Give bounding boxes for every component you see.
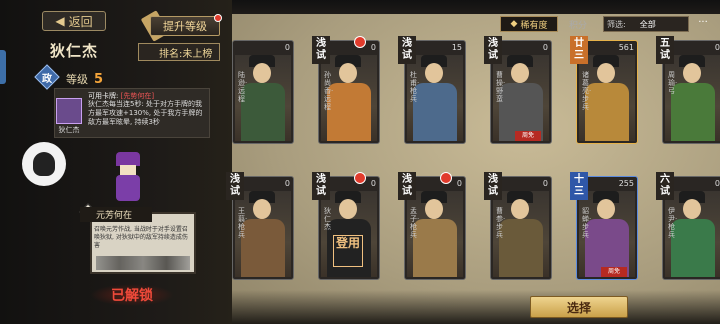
side-accent (0, 50, 6, 84)
card-grid-area (232, 0, 720, 324)
skill-desc: 召唤元芳作战, 当战时于对手设置召唤狄狱, 对狄狱中的敌军持续造成伤害 (94, 226, 188, 249)
alert-badge (440, 172, 452, 184)
card-cost: 0 (456, 179, 462, 188)
select-button[interactable]: 选择 (530, 296, 628, 318)
card-cost: 561 (618, 43, 634, 52)
card-desc: 狄仁杰每当连5秒: 处于对方手牌的我方最军攻速+130%, 处于我方手牌的敌方最… (88, 100, 203, 126)
hero-name: 狄仁杰 (50, 42, 99, 60)
card-figure-head (511, 63, 529, 83)
card-figure-head (253, 63, 271, 83)
card-rank-tag: 廿三 (570, 36, 588, 64)
card-rank-tag: 浅试 (226, 172, 244, 200)
penguin-icon (33, 152, 55, 176)
card-cost: 0 (542, 43, 548, 52)
card-label: 诸葛亮·步兵 (582, 71, 592, 111)
tab-rarity[interactable]: ◆ 稀有度 (500, 16, 558, 32)
card-cost: 0 (284, 179, 290, 188)
card-cost: 255 (618, 179, 634, 188)
alert-badge (354, 172, 366, 184)
card-figure-head (425, 199, 443, 219)
back-arrow-icon: ◀ (55, 14, 65, 28)
skill-title: 元芳何在 (80, 207, 152, 222)
rank-label: 排名:未上榜 (138, 43, 220, 61)
card-cost: 0 (714, 43, 720, 52)
card-label: 伊尹·枪兵 (668, 207, 678, 239)
upgrade-button[interactable]: 提升等级 (150, 16, 220, 36)
card-rank-tag: 浅试 (398, 36, 416, 64)
card-label: 陆逊·远程 (238, 71, 248, 103)
card-cost: 0 (542, 179, 548, 188)
card-label: 周瑜·弓 (668, 71, 678, 95)
card-figure-head (597, 199, 615, 219)
card-thumb[interactable] (56, 98, 82, 124)
card-figure-head (597, 63, 615, 83)
filter-dropdown[interactable]: 筛选: 全部 (603, 16, 689, 32)
tab-points[interactable]: 积分 (558, 16, 598, 32)
free-week-tag: 周免 (601, 267, 627, 277)
card-rank-tag: 五试 (656, 36, 674, 64)
level-display: 等级 5 (66, 72, 104, 87)
more-button[interactable]: ··· (691, 16, 715, 32)
card-cost: 15 (451, 43, 462, 52)
card-label: 曹参·步兵 (496, 207, 506, 239)
card-figure-head (425, 63, 443, 83)
hero-card[interactable]: 0 陆逊·远程 (232, 40, 294, 144)
card-figure-head (339, 199, 357, 219)
card-label: 王翦·枪兵 (238, 207, 248, 239)
bottom-fade (232, 290, 720, 324)
card-figure-head (339, 63, 357, 83)
card-rank-tag: 浅试 (312, 172, 330, 200)
card-figure-head (511, 199, 529, 219)
free-week-tag: 周免 (515, 131, 541, 141)
card-rank-tag: 十三 (570, 172, 588, 200)
unlocked-status: 已解锁 (90, 284, 174, 306)
alert-badge (354, 36, 366, 48)
card-rank-tag: 浅试 (484, 36, 502, 64)
card-rank-tag: 六试 (656, 172, 674, 200)
back-button[interactable]: ◀ 返回 (42, 11, 106, 31)
notification-dot (214, 14, 222, 22)
card-cost: 0 (284, 43, 290, 52)
card-rank-tag: 浅试 (484, 172, 502, 200)
card-figure-head (253, 199, 271, 219)
card-rank-tag: 浅试 (398, 172, 416, 200)
card-thumb-label: 狄仁杰 (58, 126, 80, 134)
card-cost: 0 (370, 179, 376, 188)
card-figure-head (683, 199, 701, 219)
card-cost: 0 (370, 43, 376, 52)
top-bar (232, 0, 720, 14)
recruit-stamp: 登用 (333, 235, 363, 267)
card-label: 貂蝉·步兵 (582, 207, 592, 239)
card-cost: 0 (714, 179, 720, 188)
qq-float-button[interactable] (22, 142, 66, 186)
card-label: 孙尚香·远程 (324, 71, 334, 111)
skill-illustration (96, 256, 190, 270)
card-figure-head (683, 63, 701, 83)
hero-chibi (110, 152, 146, 204)
card-label: 狄仁杰 (324, 207, 331, 231)
card-label: 曹操·野蛮 (496, 71, 506, 103)
card-rank-tag: 浅试 (312, 36, 330, 64)
card-label: 杜甫·枪兵 (410, 71, 420, 103)
card-label: 孟子·枪兵 (410, 207, 420, 239)
flag-icon: ◆ (510, 19, 518, 29)
